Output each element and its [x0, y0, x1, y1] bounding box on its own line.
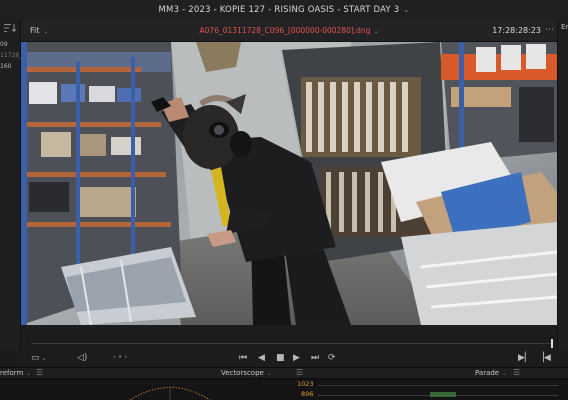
chevron-down-icon[interactable]: ⌄: [403, 6, 409, 14]
scrubber-track[interactable]: [31, 343, 551, 344]
play-reverse-icon[interactable]: ◀: [258, 353, 265, 363]
chevron-down-icon: ⌄: [373, 28, 379, 35]
chevron-down-icon: ⌄: [502, 371, 507, 377]
more-menu-icon[interactable]: ☰: [296, 368, 303, 377]
jump-end-icon[interactable]: ⏭: [311, 353, 319, 363]
chevron-down-icon: ⌄: [266, 371, 272, 377]
vectorscope-graticule: [129, 386, 211, 400]
scopes-panel: reform ⌄ ☰ Vectorscope ⌄ ☰ Parade ⌄ ☰ 1023 …: [0, 367, 568, 400]
scope-grid-line: [318, 385, 558, 386]
video-frame[interactable]: [21, 42, 557, 325]
right-panel: Er: [557, 20, 568, 351]
transport-bar: ▭ ⌄ ◁) ‹ • › ⏮ ◀ ■ ▶ ⏭ ⟳ ▶▏ ▕◀: [21, 325, 557, 367]
jump-start-icon[interactable]: ⏮: [239, 353, 247, 363]
window-title: MM3 - 2023 - KOPIE 127 - RISING OASIS - …: [158, 5, 400, 15]
more-menu-icon[interactable]: ⋯: [545, 25, 554, 35]
next-clip-icon[interactable]: ▶▏: [518, 353, 532, 363]
waveform-select[interactable]: reform ⌄: [0, 369, 31, 377]
app-window: MM3 - 2023 - KOPIE 127 - RISING OASIS - …: [0, 0, 568, 400]
timecode-display: 17:28:28:23: [492, 26, 541, 35]
play-icon[interactable]: ▶: [293, 353, 300, 363]
playhead[interactable]: [551, 339, 553, 348]
clip-name-select[interactable]: A076_01311728_C096_[000000-000280].dng ⌄: [21, 26, 557, 35]
left-panel-row[interactable]: 160: [0, 63, 11, 70]
prev-clip-icon[interactable]: ▕◀: [537, 353, 551, 363]
parade-select[interactable]: Parade ⌄: [475, 369, 507, 377]
parade-green-trace: [430, 392, 456, 397]
left-panel-row[interactable]: 09: [0, 41, 8, 48]
stop-icon[interactable]: ■: [276, 353, 285, 363]
prev-next-frame-icon[interactable]: ‹ • ›: [113, 353, 127, 361]
audio-icon[interactable]: ◁): [77, 353, 87, 363]
more-menu-icon[interactable]: ☰: [513, 368, 520, 377]
viewer-header: Fit ⌄ A076_01311728_C096_[000000-000280].…: [21, 20, 557, 42]
video-image: [21, 42, 557, 325]
scopes-header: reform ⌄ ☰ Vectorscope ⌄ ☰ Parade ⌄ ☰: [0, 367, 568, 379]
left-panel: 09 11728_ 160: [0, 20, 22, 351]
scope-scale-mid: 896: [301, 390, 314, 398]
clip-name: A076_01311728_C096_[000000-000280].dng: [199, 26, 371, 35]
right-panel-label[interactable]: Er: [561, 23, 568, 31]
vectorscope-select[interactable]: Vectorscope ⌄: [221, 369, 271, 377]
more-menu-icon[interactable]: ☰: [36, 368, 43, 377]
chevron-down-icon: ⌄: [26, 371, 31, 377]
loop-icon[interactable]: ⟳: [328, 353, 336, 363]
left-panel-row[interactable]: 11728_: [0, 52, 22, 59]
viewer-mode-icon[interactable]: ▭ ⌄: [31, 353, 46, 363]
window-title-bar: MM3 - 2023 - KOPIE 127 - RISING OASIS - …: [0, 0, 568, 20]
sort-icon[interactable]: [4, 23, 16, 33]
scope-scale-top: 1023: [297, 380, 314, 388]
